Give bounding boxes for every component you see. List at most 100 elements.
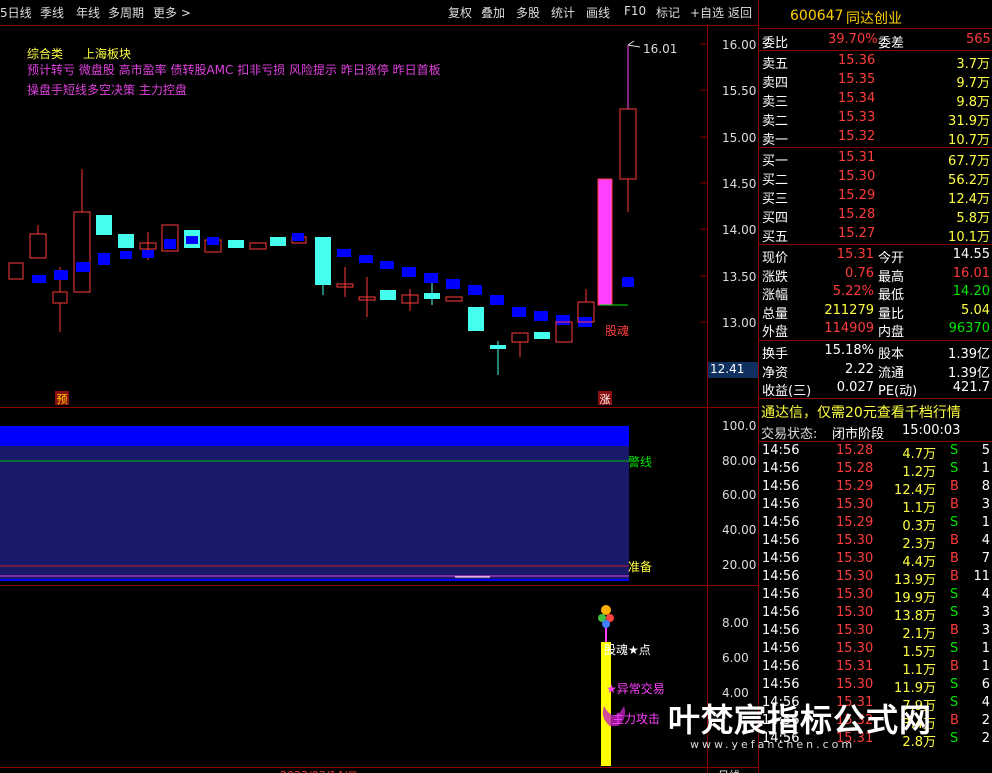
promo-banner[interactable]: 通达信，仅需20元查看千档行情 [761, 402, 961, 422]
indicator-pane-2[interactable] [0, 586, 707, 767]
tick-count: 5 [981, 443, 990, 458]
candlestick-chart[interactable] [0, 27, 707, 407]
stat-label: 最高 [878, 269, 905, 285]
toolbar-multi-period[interactable]: 多周期 [108, 4, 144, 21]
buy-level-row[interactable]: 买二 15.30 56.2万 [760, 169, 992, 188]
toolbar-multi-stock[interactable]: 多股 [516, 4, 540, 21]
stat-label: 内盘 [878, 325, 905, 340]
fund-row: 收益(三) 0.027 PE(动) 421.7 [760, 380, 992, 399]
tick-count: 2 [981, 713, 990, 728]
stat-row: 总量 211279 量比 5.04 [760, 302, 992, 322]
pane-divider-3 [0, 767, 758, 768]
tick-row: 14:56 15.29 0.3万 S 1 [760, 515, 992, 534]
sell-signal-marker: 股魂 [605, 324, 630, 338]
toolbar-year[interactable]: 年线 [76, 4, 100, 21]
tick-time: 14:56 [762, 497, 800, 512]
tick-side: B [950, 497, 959, 512]
tick-price: 15.28 [836, 443, 874, 458]
tick-side: S [950, 605, 959, 620]
tick-volume: 11.9万 [894, 681, 936, 696]
toolbar-add-watch[interactable]: +自选 [690, 4, 724, 21]
level-label: 买一 [762, 154, 789, 169]
tick-count: 11 [973, 569, 990, 584]
toolbar-draw[interactable]: 画线 [586, 4, 610, 21]
weibi-row: 委比 39.70% 委差 565 [760, 32, 992, 51]
toolbar-overlay[interactable]: 叠加 [481, 4, 505, 21]
weicha-label: 委差 [878, 36, 905, 51]
tick-time: 14:56 [762, 461, 800, 476]
period-label[interactable]: 日线 [718, 767, 740, 773]
level-volume: 10.1万 [948, 230, 990, 245]
level-label: 买二 [762, 173, 789, 188]
stat-value: 96370 [948, 321, 990, 336]
stat-label: 涨幅 [762, 288, 789, 303]
watermark-title: 叶梵宸指标公式网 [668, 701, 933, 739]
tick-price: 15.30 [836, 551, 874, 566]
buy-level-row[interactable]: 买三 15.29 12.4万 [760, 188, 992, 207]
stat-row: 涨幅 5.22% 最低 14.20 [760, 284, 992, 303]
tick-count: 8 [981, 479, 990, 494]
toolbar-fuquan[interactable]: 复权 [448, 4, 472, 21]
level-price: 15.35 [838, 72, 876, 87]
prep-line-label: 准备 [628, 560, 653, 574]
buy-level-row[interactable]: 买五 15.27 10.1万 [760, 226, 992, 245]
level-price: 15.32 [838, 129, 876, 144]
sell-level-row[interactable]: 卖二 15.33 31.9万 [760, 110, 992, 129]
toolbar-stats[interactable]: 统计 [551, 4, 575, 21]
stat-value: 15.31 [836, 247, 874, 262]
level-volume: 56.2万 [948, 173, 990, 188]
tick-side: S [950, 587, 959, 602]
indicator-pane-1[interactable] [0, 408, 707, 585]
level-label: 卖三 [762, 95, 789, 110]
signal-label-a: 股魂★点 [604, 643, 651, 657]
tick-volume: 1.5万 [902, 645, 936, 660]
toolbar-mark[interactable]: 标记 [656, 4, 680, 21]
buy-level-row[interactable]: 买四 15.28 5.8万 [760, 207, 992, 226]
tick-volume: 0.3万 [902, 519, 936, 534]
level-volume: 67.7万 [948, 154, 990, 169]
tick-time: 14:56 [762, 587, 800, 602]
forecast-marker: 预 [55, 391, 69, 406]
tick-side: B [950, 479, 959, 494]
tick-time: 14:56 [762, 605, 800, 620]
stat-label: 股本 [878, 347, 905, 362]
tick-volume: 13.8万 [894, 609, 936, 624]
stock-name: 同达创业 [846, 11, 902, 27]
tick-count: 1 [981, 515, 990, 530]
tick-volume: 13.9万 [894, 573, 936, 588]
sell-level-row[interactable]: 卖四 15.35 9.7万 [760, 72, 992, 91]
stat-value: 1.39亿 [948, 365, 990, 381]
tick-count: 4 [981, 695, 990, 710]
sell-level-row[interactable]: 卖五 15.36 3.7万 [760, 53, 992, 72]
tick-volume: 1.2万 [902, 465, 936, 480]
toolbar-f10[interactable]: F10 [624, 4, 646, 18]
level-price: 15.30 [838, 169, 876, 184]
tick-time: 14:56 [762, 551, 800, 566]
tick-row: 14:56 15.30 1.1万 B 3 [760, 497, 992, 516]
level-price: 15.27 [838, 226, 876, 241]
tick-side: B [950, 533, 959, 548]
tick-volume: 19.9万 [894, 591, 936, 606]
level-volume: 3.7万 [956, 57, 990, 72]
buy-level-row[interactable]: 买一 15.31 67.7万 [760, 150, 992, 169]
tick-row: 14:56 15.30 13.9万 B 11 [760, 569, 992, 588]
warn-line-label: 警线 [628, 455, 653, 469]
stat-value: 0.76 [845, 265, 874, 281]
tick-row: 14:56 15.30 1.5万 S 1 [760, 641, 992, 660]
stat-label: 现价 [762, 251, 789, 266]
level-volume: 5.8万 [956, 211, 990, 226]
sell-level-row[interactable]: 卖三 15.34 9.8万 [760, 91, 992, 110]
toolbar-more[interactable]: 更多 > [153, 4, 191, 21]
stat-label: 换手 [762, 347, 789, 362]
toolbar-season[interactable]: 季线 [40, 4, 64, 21]
tick-row: 14:56 15.31 1.1万 B 1 [760, 659, 992, 678]
toolbar-5day[interactable]: 5日线 [0, 4, 32, 21]
tick-count: 1 [981, 641, 990, 656]
tick-side: S [950, 641, 959, 656]
panel-divider [758, 441, 992, 442]
tick-count: 4 [981, 587, 990, 602]
toolbar-back[interactable]: 返回 [728, 4, 752, 21]
sell-level-row[interactable]: 卖一 15.32 10.7万 [760, 129, 992, 148]
tick-volume: 1.1万 [902, 501, 936, 516]
stat-value: 5.04 [961, 302, 990, 318]
